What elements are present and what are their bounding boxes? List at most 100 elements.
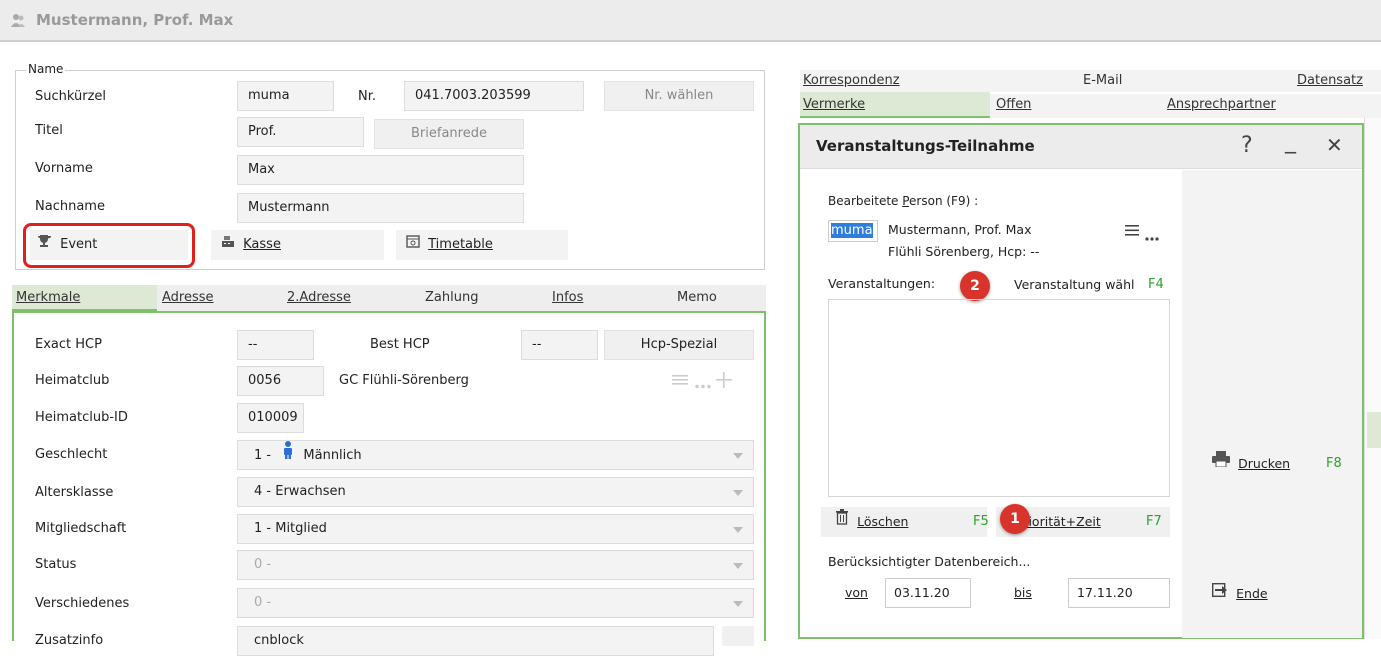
nachname-field[interactable]: Mustermann	[237, 193, 524, 223]
zusatz-button[interactable]	[722, 626, 754, 646]
veranstaltungen-label: Veranstaltungen:	[828, 276, 936, 291]
drucken-button[interactable]: Drucken F8	[1212, 450, 1352, 478]
zusatz-field[interactable]: cnblock	[237, 626, 714, 656]
person-code-field[interactable]: muma	[828, 220, 878, 242]
event-button[interactable]: Event	[30, 230, 188, 260]
dialog-title: Veranstaltungs-Teilnahme	[816, 137, 1035, 155]
add-icon[interactable]	[716, 372, 732, 392]
tab-offen[interactable]: Offen	[996, 92, 1031, 118]
hcp-spezial-button[interactable]: Hcp-Spezial	[604, 330, 754, 360]
suchkuerzel-label: Suchkürzel	[35, 89, 107, 104]
record-title: Mustermann, Prof. Max	[36, 11, 234, 29]
person-code-value: muma	[831, 223, 873, 238]
nr-waehlen-button[interactable]: Nr. wählen	[604, 81, 754, 111]
nachname-label: Nachname	[35, 199, 105, 214]
person-more-icon[interactable]	[1145, 230, 1159, 245]
altersklasse-select[interactable]: 4 - Erwachsen	[237, 477, 754, 507]
dialog-header: Veranstaltungs-Teilnahme ? _ ✕	[800, 125, 1362, 169]
heimatclub-id-label: Heimatclub-ID	[35, 410, 128, 425]
drucken-key: F8	[1326, 456, 1342, 471]
title-bar: Mustermann, Prof. Max	[0, 0, 1381, 42]
titel-field[interactable]: Prof.	[237, 117, 364, 147]
person-label: Bearbeitete Person (F9) :	[828, 194, 979, 208]
help-icon[interactable]: ?	[1241, 133, 1253, 158]
step-2-badge: 2	[960, 271, 990, 301]
vorname-field[interactable]: Max	[237, 155, 524, 185]
timetable-button[interactable]: Timetable	[396, 230, 568, 260]
tab-infos[interactable]: Infos	[552, 285, 583, 311]
veranstaltungen-list[interactable]	[828, 299, 1170, 497]
prioritaet-key: F7	[1146, 514, 1162, 529]
dialog-side-panel	[1182, 170, 1362, 638]
nr-label: Nr.	[358, 89, 377, 104]
exit-icon	[1211, 580, 1228, 608]
suchkuerzel-field[interactable]: muma	[237, 81, 334, 111]
verschiedenes-label: Verschiedenes	[35, 596, 130, 611]
loeschen-button[interactable]: Löschen F5	[821, 507, 989, 537]
tab-adresse[interactable]: Adresse	[162, 285, 214, 311]
chevron-down-icon	[733, 601, 743, 607]
veranstaltung-waehlen-button[interactable]: Veranstaltung wähl	[1014, 277, 1134, 292]
heimatclub-id-field[interactable]: 010009	[237, 403, 304, 433]
waehlen-key: F4	[1148, 277, 1164, 292]
male-icon	[283, 441, 293, 469]
altersklasse-label: Altersklasse	[35, 485, 114, 500]
tab-e-mail[interactable]: E-Mail	[1083, 68, 1122, 94]
close-icon[interactable]: ✕	[1326, 133, 1343, 157]
calendar-icon	[406, 230, 420, 260]
nr-field[interactable]: 041.7003.203599	[404, 81, 584, 111]
tab-korrespondenz[interactable]: Korrespondenz	[803, 68, 900, 94]
status-select[interactable]: 0 -	[237, 550, 754, 580]
trophy-icon	[36, 230, 52, 260]
kasse-button[interactable]: Kasse	[211, 230, 384, 260]
loeschen-button-label: Löschen	[857, 514, 909, 529]
tab-zahlung[interactable]: Zahlung	[425, 285, 478, 311]
mitgliedschaft-label: Mitgliedschaft	[35, 521, 127, 536]
best-hcp-field[interactable]: --	[521, 330, 598, 360]
best-hcp-label: Best HCP	[370, 337, 430, 352]
von-field[interactable]: 03.11.20	[885, 578, 971, 608]
veranstaltungs-dialog: Veranstaltungs-Teilnahme ? _ ✕ Bearbeite…	[798, 123, 1364, 639]
von-label: von	[845, 585, 868, 600]
ende-button[interactable]: Ende	[1211, 580, 1312, 608]
tab-datensatz[interactable]: Datensatz	[1297, 68, 1381, 94]
chevron-down-icon	[733, 563, 743, 569]
tab-memo[interactable]: Memo	[677, 285, 717, 311]
tab-2-adresse[interactable]: 2.Adresse	[287, 285, 351, 311]
briefanrede-button[interactable]: Briefanrede	[374, 119, 524, 149]
chevron-down-icon	[733, 527, 743, 533]
person-list-icon[interactable]	[1125, 225, 1139, 240]
chevron-down-icon	[733, 453, 743, 459]
more-icon[interactable]	[695, 378, 711, 393]
geschlecht-select[interactable]: 1 - Männlich	[237, 440, 754, 470]
zusatz-label: Zusatzinfo	[35, 633, 104, 648]
verschiedenes-select[interactable]: 0 -	[237, 588, 754, 618]
tab-merkmale[interactable]: Merkmale	[12, 285, 157, 311]
altersklasse-value: 4 - Erwachsen	[254, 484, 346, 499]
vorname-label: Vorname	[35, 161, 93, 176]
list-icon[interactable]	[672, 374, 688, 390]
person-name: Mustermann, Prof. Max	[888, 222, 1032, 237]
mitgliedschaft-select[interactable]: 1 - Mitglied	[237, 514, 754, 544]
geschlecht-label: Geschlecht	[35, 447, 108, 462]
titel-label: Titel	[35, 123, 63, 138]
bis-field[interactable]: 17.11.20	[1068, 578, 1170, 608]
mitgliedschaft-value: 1 - Mitglied	[254, 521, 327, 536]
minimize-icon[interactable]: _	[1285, 129, 1296, 154]
drucken-button-label: Drucken	[1238, 456, 1291, 471]
register-icon	[221, 230, 235, 260]
timetable-button-label: Timetable	[428, 237, 493, 252]
right-panel-row-accent	[1367, 412, 1381, 448]
event-button-label: Event	[60, 237, 98, 252]
exact-hcp-field[interactable]: --	[237, 330, 314, 360]
loeschen-key: F5	[973, 514, 989, 529]
tab-ansprechpartner[interactable]: Ansprechpartner	[1167, 92, 1276, 118]
right-panel-edge	[1364, 118, 1381, 639]
geschlecht-value: Männlich	[303, 448, 362, 463]
person-detail: Flühli Sörenberg, Hcp: --	[888, 244, 1040, 259]
heimatclub-code-field[interactable]: 0056	[237, 366, 324, 396]
kasse-button-label: Kasse	[243, 237, 281, 252]
verschiedenes-value: 0 -	[254, 595, 272, 610]
chevron-down-icon	[733, 490, 743, 496]
tab-vermerke[interactable]: Vermerke	[800, 92, 990, 118]
